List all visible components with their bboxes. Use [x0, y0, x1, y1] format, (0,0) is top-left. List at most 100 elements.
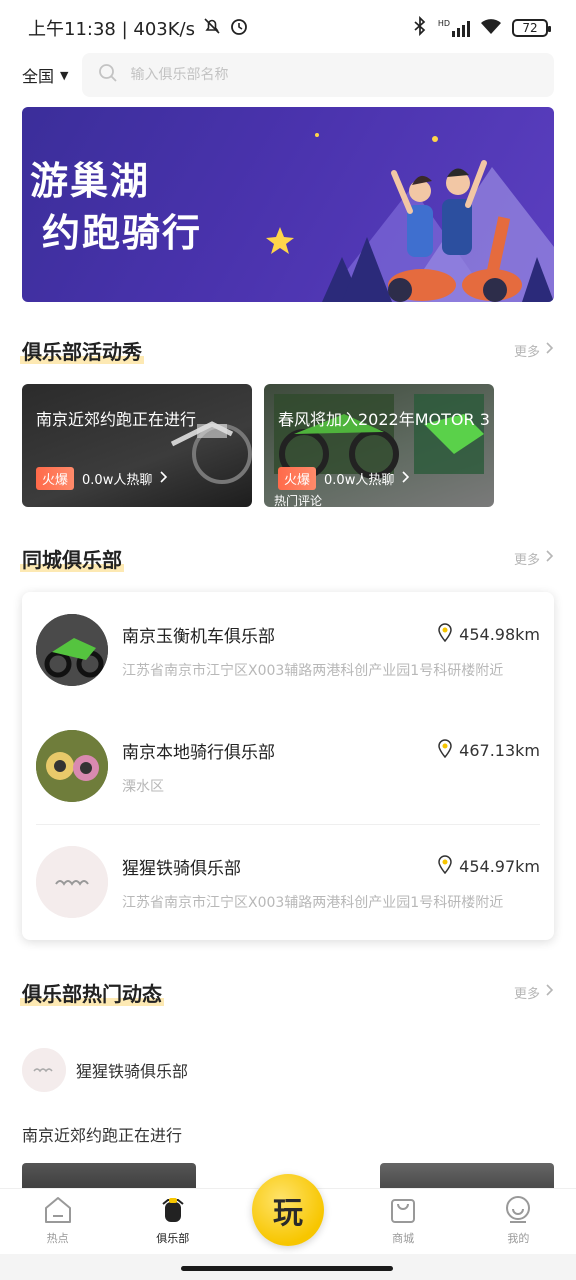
author-avatar-image	[22, 1048, 66, 1092]
more-label: 更多	[513, 552, 540, 568]
club-page: 上午11:38 | 403K/s HD 72 全国 ▼ 输入俱乐部名称 游巢湖 …	[0, 0, 576, 1280]
club-avatar	[36, 730, 108, 802]
status-right: HD 72	[412, 15, 551, 41]
club-avatar	[36, 614, 108, 686]
activity-title-text: 俱乐部活动秀	[22, 339, 142, 364]
feed-post-author[interactable]: 猩猩铁骑俱乐部	[22, 1048, 188, 1092]
activity-card-title: 春风将加入2022年MOTOR 3	[278, 410, 490, 429]
chevron-right-icon	[546, 550, 554, 566]
activity-card-meta: 火爆 0.0w人热聊	[36, 467, 168, 490]
status-left: 上午11:38 | 403K/s	[28, 15, 249, 41]
home-indicator-bar[interactable]	[181, 1266, 393, 1271]
club-avatar-image	[36, 614, 108, 686]
banner-title: 游巢湖 约跑骑行	[30, 155, 202, 259]
region-selector[interactable]: 全国 ▼	[22, 63, 68, 87]
chat-count: 0.0w人热聊	[82, 473, 153, 488]
hot-icon	[42, 1194, 74, 1226]
activity-more-link[interactable]: 更多	[514, 341, 554, 360]
activity-card-meta: 火爆 0.0w人热聊	[278, 467, 410, 490]
top-bar: 全国 ▼	[0, 52, 576, 98]
nav-label-club: 俱乐部	[156, 1232, 190, 1245]
distance-value: 454.98km	[459, 624, 540, 644]
hot-tag: 火爆	[36, 467, 75, 490]
search-icon	[98, 63, 118, 87]
club-address: 江苏省南京市江宁区X003辅路两港科创产业园1号科研楼附近	[122, 895, 504, 911]
feed-section-header: 俱乐部热门动态 更多	[20, 972, 554, 1012]
nav-label-shop: 商城	[392, 1232, 415, 1245]
chevron-right-icon	[546, 984, 554, 1000]
author-name: 猩猩铁骑俱乐部	[76, 1062, 189, 1081]
clubs-more-link[interactable]: 更多	[514, 549, 554, 568]
activity-card-title: 南京近郊约跑正在进行	[36, 410, 197, 429]
nav-label-hot: 热点	[46, 1232, 69, 1245]
region-label: 全国	[22, 67, 55, 86]
location-pin-icon	[437, 738, 453, 762]
club-list-item[interactable]: 南京本地骑行俱乐部 467.13km 溧水区	[36, 724, 540, 834]
feed-title-text: 俱乐部热门动态	[22, 981, 162, 1006]
club-avatar-image	[36, 846, 108, 918]
clubs-section-title: 同城俱乐部	[20, 544, 124, 573]
distance-value: 467.13km	[459, 740, 540, 760]
club-name: 南京本地骑行俱乐部	[122, 743, 275, 763]
chat-count: 0.0w人热聊	[324, 473, 395, 488]
status-bar: 上午11:38 | 403K/s HD 72	[0, 0, 576, 56]
mute-icon	[203, 17, 221, 40]
clubs-section-header: 同城俱乐部 更多	[20, 538, 554, 578]
banner-title-line2: 约跑骑行	[42, 211, 203, 255]
battery-icon: 72	[512, 19, 551, 37]
club-address: 江苏省南京市江宁区X003辅路两港科创产业园1号科研楼附近	[122, 663, 504, 679]
shop-icon	[387, 1194, 419, 1226]
nav-item-profile[interactable]: 我的	[473, 1194, 563, 1246]
club-address: 溧水区	[122, 779, 164, 795]
hot-comment-label: 热门评论	[274, 494, 323, 507]
caret-down-icon: ▼	[60, 68, 69, 82]
nav-label-profile: 我的	[507, 1232, 530, 1245]
activity-section-header: 俱乐部活动秀 更多	[20, 330, 554, 370]
home-indicator	[0, 1254, 576, 1280]
club-list-item[interactable]: 南京玉衡机车俱乐部 454.98km 江苏省南京市江宁区X003辅路两港科创产业…	[36, 608, 540, 718]
search-box[interactable]	[82, 53, 554, 97]
battery-level: 72	[522, 21, 538, 35]
status-time: 上午11:38 | 403K/s	[28, 19, 195, 40]
activity-card[interactable]: 南京近郊约跑正在进行 火爆 0.0w人热聊	[22, 384, 252, 507]
chevron-right-icon	[546, 342, 554, 358]
feed-post-text[interactable]: 南京近郊约跑正在进行	[22, 1122, 182, 1146]
clubs-title-text: 同城俱乐部	[22, 547, 122, 572]
play-button[interactable]: 玩	[252, 1174, 324, 1246]
author-avatar	[22, 1048, 66, 1092]
more-label: 更多	[513, 986, 540, 1002]
club-list-item[interactable]: 猩猩铁骑俱乐部 454.97km 江苏省南京市江宁区X003辅路两港科创产业园1…	[36, 840, 540, 950]
club-avatar	[36, 846, 108, 918]
signal-icon: HD	[438, 19, 470, 37]
more-label: 更多	[513, 344, 540, 360]
banner-title-line1: 游巢湖	[30, 159, 151, 203]
nav-item-shop[interactable]: 商城	[358, 1194, 448, 1246]
location-pin-icon	[437, 622, 453, 646]
chevron-right-icon	[160, 470, 168, 487]
club-avatar-image	[36, 730, 108, 802]
activity-card[interactable]: 春风将加入2022年MOTOR 3 火爆 0.0w人热聊 热门评论	[264, 384, 494, 507]
club-distance: 467.13km	[437, 738, 540, 762]
promo-banner[interactable]: 游巢湖 约跑骑行	[22, 107, 554, 302]
club-distance: 454.98km	[437, 622, 540, 646]
search-input[interactable]	[130, 67, 538, 83]
wifi-icon	[480, 17, 502, 40]
bluetooth-icon	[412, 15, 428, 41]
alarm-icon	[229, 16, 249, 41]
club-list: 南京玉衡机车俱乐部 454.98km 江苏省南京市江宁区X003辅路两港科创产业…	[22, 592, 554, 940]
nav-item-hot[interactable]: 热点	[13, 1194, 103, 1246]
club-icon	[157, 1194, 189, 1226]
distance-value: 454.97km	[459, 856, 540, 876]
activity-section-title: 俱乐部活动秀	[20, 336, 144, 365]
club-name: 南京玉衡机车俱乐部	[122, 627, 275, 647]
club-name: 猩猩铁骑俱乐部	[122, 859, 241, 879]
activity-carousel: 南京近郊约跑正在进行 火爆 0.0w人热聊 春风将加入2022年MOTOR 3 …	[22, 384, 576, 507]
feed-section-title: 俱乐部热门动态	[20, 978, 164, 1007]
divider	[36, 824, 540, 825]
hot-tag: 火爆	[278, 467, 317, 490]
network-label: HD	[437, 19, 450, 28]
profile-icon	[502, 1194, 534, 1226]
chevron-right-icon	[402, 470, 410, 487]
feed-more-link[interactable]: 更多	[514, 983, 554, 1002]
nav-item-club[interactable]: 俱乐部	[128, 1194, 218, 1246]
